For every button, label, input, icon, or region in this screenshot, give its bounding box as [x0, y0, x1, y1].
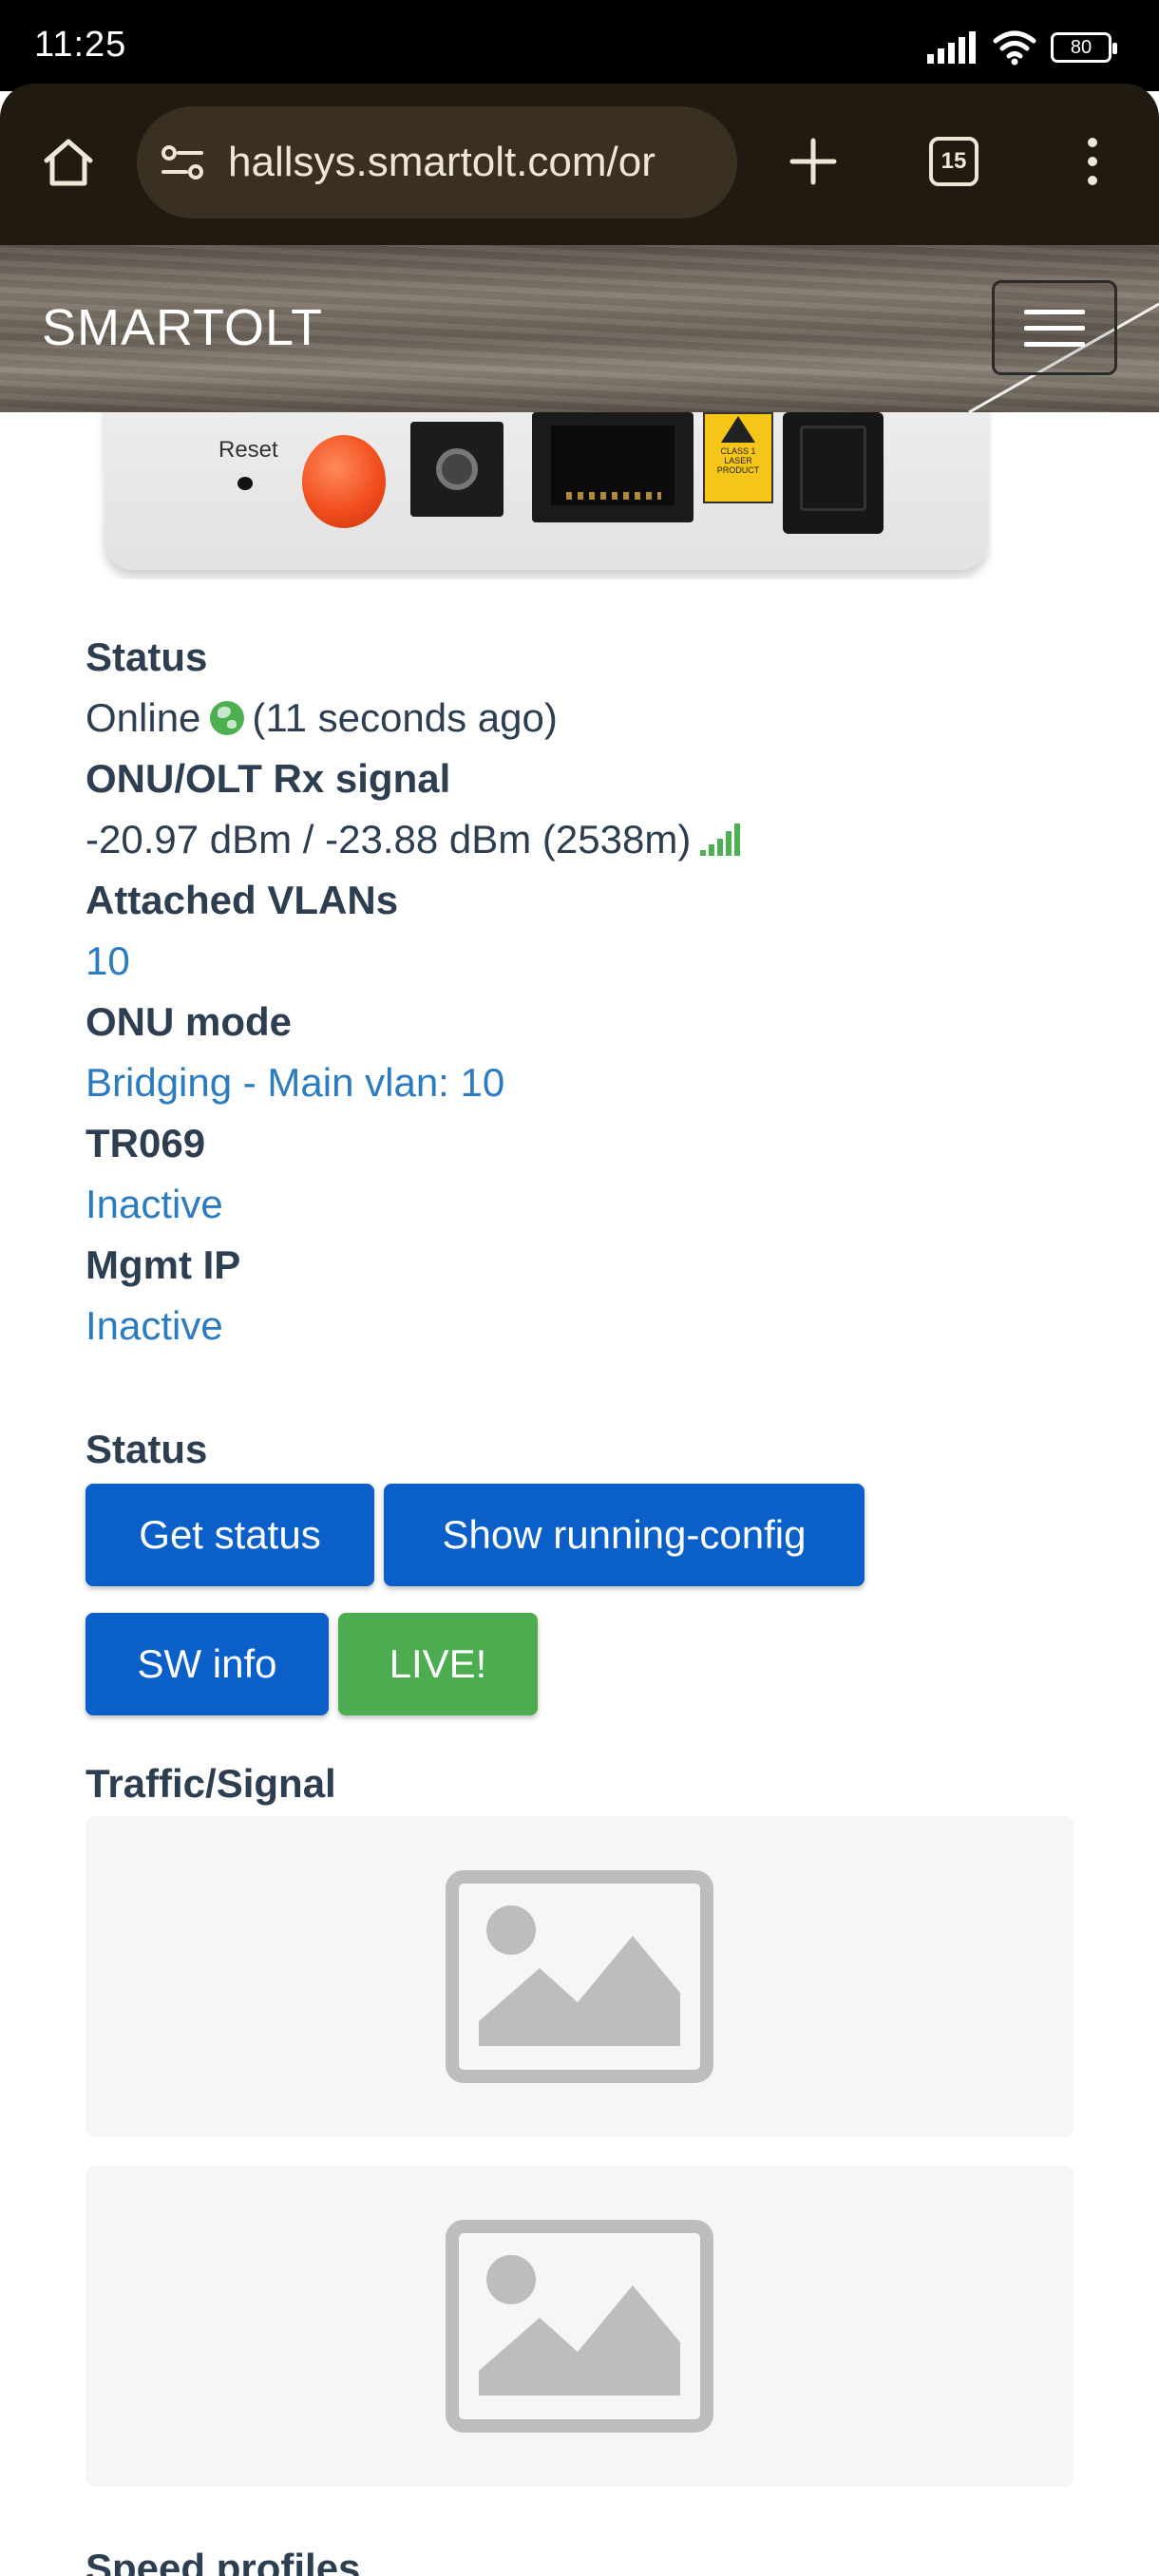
- status-value: Online (11 seconds ago): [86, 688, 1074, 748]
- status-label: Status: [86, 635, 208, 679]
- battery-level: 80: [1070, 36, 1092, 58]
- dc-jack: [410, 422, 504, 517]
- onu-device-image: Reset CLASS 1 LASER PRODUCT: [95, 412, 993, 579]
- home-icon: [44, 139, 93, 186]
- url-text: hallsys.smartolt.com/or: [228, 139, 656, 185]
- vlans-value-link[interactable]: 10: [86, 931, 1074, 992]
- site-settings-icon[interactable]: [160, 143, 205, 181]
- status-icons: 80: [927, 28, 1117, 66]
- get-status-button[interactable]: Get status: [86, 1484, 374, 1586]
- status-online-text: Online: [86, 695, 201, 740]
- globe-icon: [210, 701, 245, 735]
- site-navbar: SMARTOLT: [0, 245, 1159, 412]
- tr069-label: TR069: [86, 1121, 206, 1165]
- more-vertical-icon: [1088, 138, 1097, 185]
- rx-signal-value: -20.97 dBm / -23.88 dBm (2538m): [86, 809, 1074, 870]
- onu-details: Status Online (11 seconds ago) ONU/OLT R…: [86, 627, 1074, 1356]
- brand-logo[interactable]: SMARTOLT: [42, 298, 323, 357]
- laser-warning-label: CLASS 1 LASER PRODUCT: [703, 412, 773, 503]
- wifi-icon: [993, 30, 1036, 66]
- image-placeholder-icon: [446, 2220, 713, 2433]
- mgmt-ip-value-link[interactable]: Inactive: [86, 1296, 1074, 1356]
- tab-switcher-button[interactable]: 15: [927, 135, 980, 188]
- menu-toggle-button[interactable]: [992, 280, 1117, 375]
- clock: 11:25: [34, 25, 127, 65]
- status-section-title: Status: [86, 1427, 208, 1471]
- mgmt-ip-label: Mgmt IP: [86, 1242, 241, 1287]
- image-placeholder-icon: [446, 1870, 713, 2083]
- home-button[interactable]: [40, 133, 97, 190]
- fiber-port: [783, 412, 884, 534]
- signal-graph-placeholder[interactable]: [86, 2166, 1074, 2487]
- tab-count: 15: [929, 137, 978, 186]
- status-time-ago: (11 seconds ago): [252, 695, 558, 740]
- ethernet-port: [532, 412, 694, 522]
- traffic-graph-placeholder[interactable]: [86, 1816, 1074, 2137]
- tr069-value-link[interactable]: Inactive: [86, 1174, 1074, 1235]
- onu-mode-label: ONU mode: [86, 999, 293, 1044]
- hamburger-icon-bar: [1024, 309, 1085, 314]
- battery-icon: 80: [1051, 32, 1117, 63]
- system-status-bar: 11:25 80: [0, 0, 1159, 91]
- reset-hole: [238, 477, 253, 490]
- rx-signal-text: -20.97 dBm / -23.88 dBm (2538m): [86, 817, 692, 862]
- new-tab-button[interactable]: [785, 133, 842, 190]
- hamburger-icon-bar: [1024, 341, 1085, 347]
- live-button[interactable]: LIVE!: [338, 1613, 538, 1715]
- hamburger-icon-bar: [1024, 325, 1085, 331]
- reset-label: Reset: [218, 437, 278, 463]
- laser-label-text: CLASS 1 LASER PRODUCT: [716, 446, 760, 475]
- rx-signal-label: ONU/OLT Rx signal: [86, 756, 451, 801]
- browser-toolbar: hallsys.smartolt.com/or 15: [0, 84, 1159, 245]
- browser-menu-button[interactable]: [1074, 133, 1112, 190]
- onu-mode-value-link[interactable]: Bridging - Main vlan: 10: [86, 1052, 1074, 1113]
- speed-profiles-title: Speed profiles: [86, 2546, 361, 2576]
- traffic-section-title: Traffic/Signal: [86, 1761, 336, 1806]
- show-running-config-button[interactable]: Show running-config: [384, 1484, 864, 1586]
- signal-strength-icon: [700, 824, 741, 856]
- vlans-label: Attached VLANs: [86, 878, 399, 922]
- sw-info-button[interactable]: SW info: [86, 1613, 329, 1715]
- cellular-signal-icon: [927, 31, 976, 64]
- power-button: [302, 435, 386, 528]
- address-bar[interactable]: hallsys.smartolt.com/or: [137, 106, 737, 218]
- plus-icon: [789, 138, 837, 185]
